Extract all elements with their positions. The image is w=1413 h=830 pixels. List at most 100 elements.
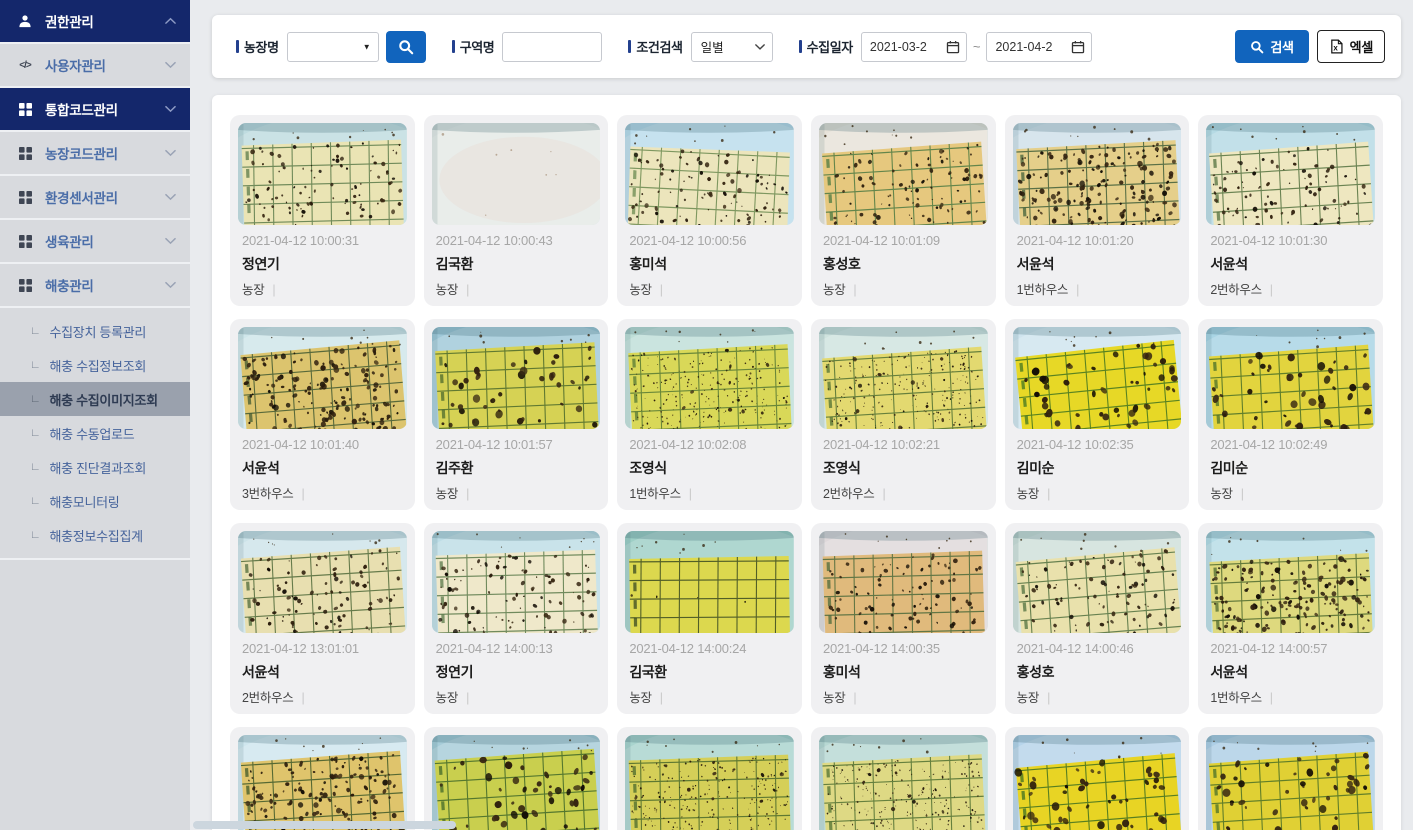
condition-filter-group: 조건검색 일별 <box>628 32 772 62</box>
location-divider: | <box>1047 487 1050 501</box>
farmer-name: 정연기 <box>242 254 403 274</box>
trap-photo[interactable] <box>432 531 601 633</box>
image-card[interactable]: 2021-04-12 10:02:21조영식2번하우스| <box>811 319 996 510</box>
image-card[interactable]: 2021-04-12 14:00:35홍미석농장| <box>811 523 996 714</box>
image-card[interactable]: 2021-04-12 10:02:08조영식1번하우스| <box>617 319 802 510</box>
sidebar-subitem-label: 해충 수동업로드 <box>49 424 134 443</box>
image-card[interactable]: 2021-04-12 10:01:57김주환농장| <box>424 319 609 510</box>
image-card[interactable]: 2021-04-12 10:01:40서윤석3번하우스| <box>230 319 415 510</box>
location-line: 농장| <box>436 483 597 502</box>
sidebar-subitem-2[interactable]: ∟해충 수집이미지조회 <box>0 382 190 416</box>
trap-photo[interactable] <box>1206 531 1375 633</box>
location-line: 농장| <box>1210 483 1371 502</box>
image-card[interactable]: 2021-04-12 14:00:46홍성호농장| <box>1005 523 1190 714</box>
sidebar-item-0[interactable]: 권한관리 <box>0 0 190 44</box>
label-bar <box>628 40 631 53</box>
trap-photo[interactable] <box>238 327 407 429</box>
location-divider: | <box>301 691 304 705</box>
trap-photo[interactable] <box>1013 123 1182 225</box>
trap-photo[interactable] <box>238 531 407 633</box>
filter-actions: 검색 x 엑셀 <box>1235 30 1385 63</box>
calendar-icon[interactable] <box>1071 40 1085 54</box>
image-card[interactable]: 2021-04-12 14:00:13정연기농장| <box>424 523 609 714</box>
trap-photo[interactable] <box>1206 123 1375 225</box>
trap-photo[interactable] <box>1013 531 1182 633</box>
image-card[interactable]: 2021-04-12 14:01:19서윤석 <box>230 727 415 830</box>
image-card[interactable]: 2021-04-12 10:02:49김미순농장| <box>1198 319 1383 510</box>
location-divider: | <box>1076 283 1079 297</box>
trap-photo[interactable] <box>625 123 794 225</box>
calendar-icon[interactable] <box>946 40 960 54</box>
image-card[interactable]: 2021-04-12 14:01:58조영식 <box>811 727 996 830</box>
trap-photo[interactable] <box>432 327 601 429</box>
image-card[interactable]: 2021-04-12 14:00:57서윤석1번하우스| <box>1198 523 1383 714</box>
location-label: 농장 <box>242 283 264 297</box>
sidebar-item-label: 생육관리 <box>45 231 93 251</box>
image-card[interactable]: 2021-04-12 10:00:56홍미석농장| <box>617 115 802 306</box>
trap-photo[interactable] <box>625 327 794 429</box>
image-card[interactable]: 2021-04-12 14:01:34김주환 <box>424 727 609 830</box>
trap-photo[interactable] <box>1206 327 1375 429</box>
sidebar-subitem-3[interactable]: ∟해충 수동업로드 <box>0 416 190 450</box>
image-results-panel: 2021-04-12 10:00:31정연기농장|2021-04-12 10:0… <box>212 95 1401 830</box>
sidebar-subitem-1[interactable]: ∟해충 수집정보조회 <box>0 348 190 382</box>
sidebar-subitem-6[interactable]: ∟해충정보수집집계 <box>0 518 190 552</box>
trap-photo[interactable] <box>819 327 988 429</box>
sidebar-subitem-0[interactable]: ∟수집장치 등록관리 <box>0 314 190 348</box>
trap-photo[interactable] <box>819 735 988 830</box>
location-divider: | <box>1241 487 1244 501</box>
trap-photo[interactable] <box>1206 735 1375 830</box>
zone-input[interactable] <box>502 32 602 62</box>
date-to-value: 2021-04-2 <box>995 40 1052 54</box>
trap-photo[interactable] <box>432 735 601 830</box>
sidebar-subitem-4[interactable]: ∟해충 진단결과조회 <box>0 450 190 484</box>
trap-photo[interactable] <box>819 531 988 633</box>
image-card[interactable]: 2021-04-12 14:02:12김미순 <box>1005 727 1190 830</box>
trap-photo[interactable] <box>238 123 407 225</box>
trap-photo[interactable] <box>1013 735 1182 830</box>
horizontal-scrollbar-thumb[interactable] <box>193 821 456 829</box>
sidebar-item-2[interactable]: 통합코드관리 <box>0 88 190 132</box>
image-card[interactable]: 2021-04-12 14:01:44조영식 <box>617 727 802 830</box>
date-from-input[interactable]: 2021-03-2 <box>861 32 967 62</box>
dropdown-arrow-icon: ▼ <box>363 42 371 51</box>
trap-photo[interactable] <box>1013 327 1182 429</box>
image-card[interactable]: 2021-04-12 10:02:35김미순농장| <box>1005 319 1190 510</box>
image-card[interactable]: 2021-04-12 10:00:31정연기농장| <box>230 115 415 306</box>
image-card[interactable]: 2021-04-12 14:02:26김미순 <box>1198 727 1383 830</box>
trap-photo[interactable] <box>625 531 794 633</box>
location-label: 농장 <box>436 691 458 705</box>
condition-select[interactable]: 일별 <box>691 32 773 62</box>
sidebar-item-6[interactable]: 해충관리 <box>0 264 190 308</box>
trap-photo[interactable] <box>432 123 601 225</box>
farmer-name: 김미순 <box>1210 458 1371 478</box>
chevron-down-icon <box>755 43 765 50</box>
sidebar-item-1[interactable]: </>사용자관리 <box>0 44 190 88</box>
sidebar-item-label: 해충관리 <box>45 275 93 295</box>
image-card[interactable]: 2021-04-12 10:00:43김국환농장| <box>424 115 609 306</box>
image-card[interactable]: 2021-04-12 10:01:20서윤석1번하우스| <box>1005 115 1190 306</box>
sidebar-item-4[interactable]: 환경센서관리 <box>0 176 190 220</box>
trap-photo[interactable] <box>819 123 988 225</box>
farm-select[interactable]: ▼ <box>287 32 379 62</box>
search-button[interactable]: 검색 <box>1235 30 1308 63</box>
farmer-name: 홍미석 <box>629 254 790 274</box>
image-card[interactable]: 2021-04-12 13:01:01서윤석2번하우스| <box>230 523 415 714</box>
sidebar-subitem-5[interactable]: ∟해충모니터링 <box>0 484 190 518</box>
location-line: 농장| <box>823 687 984 706</box>
excel-button-label: 엑셀 <box>1350 37 1373 56</box>
image-card[interactable]: 2021-04-12 10:01:30서윤석2번하우스| <box>1198 115 1383 306</box>
capture-timestamp: 2021-04-12 10:01:20 <box>1017 233 1178 248</box>
image-card[interactable]: 2021-04-12 10:01:09홍성호농장| <box>811 115 996 306</box>
sidebar-item-3[interactable]: 농장코드관리 <box>0 132 190 176</box>
farm-search-icon-button[interactable] <box>386 31 426 63</box>
trap-photo[interactable] <box>625 735 794 830</box>
date-to-input[interactable]: 2021-04-2 <box>986 32 1092 62</box>
trap-photo[interactable] <box>238 735 407 830</box>
location-line: 농장| <box>823 279 984 298</box>
excel-button[interactable]: x 엑셀 <box>1317 30 1385 63</box>
chevron-down-icon <box>165 281 176 289</box>
sidebar-item-5[interactable]: 생육관리 <box>0 220 190 264</box>
image-card[interactable]: 2021-04-12 14:00:24김국환농장| <box>617 523 802 714</box>
sidebar-subitem-label: 해충 수집이미지조회 <box>49 390 157 409</box>
